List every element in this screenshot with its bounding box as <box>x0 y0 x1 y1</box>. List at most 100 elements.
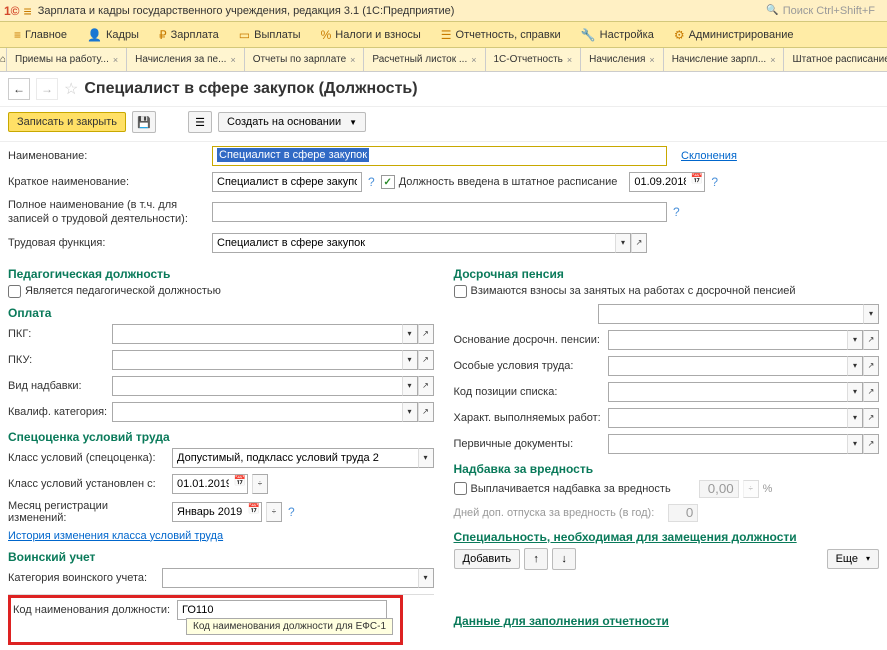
pension-cb-label: Взимаются взносы за занятых на работах с… <box>471 285 796 297</box>
add-button[interactable]: Добавить <box>454 549 521 569</box>
stepper-icon[interactable]: ÷ <box>252 474 268 494</box>
open-icon[interactable]: ↗ <box>863 382 879 402</box>
pension-base-label: Основание досрочн. пенсии: <box>454 334 604 346</box>
tab-item[interactable]: Начисления за пе...× <box>127 48 245 71</box>
pension-checkbox[interactable] <box>454 285 467 298</box>
open-icon[interactable]: ↗ <box>863 356 879 376</box>
close-icon[interactable]: × <box>230 55 235 65</box>
history-link[interactable]: История изменения класса условий труда <box>8 530 223 542</box>
open-icon[interactable]: ↗ <box>418 324 434 344</box>
pension-cond-input[interactable] <box>608 356 848 376</box>
calendar-icon[interactable]: 📅 <box>234 476 246 487</box>
name-input[interactable]: Специалист в сфере закупок <box>212 146 667 166</box>
pku-input[interactable] <box>112 350 402 370</box>
open-icon[interactable]: ↗ <box>631 233 647 253</box>
qual-input[interactable] <box>112 402 402 422</box>
menu-taxes[interactable]: %Налоги и взносы <box>311 22 431 47</box>
more-button[interactable]: Еще▾ <box>827 549 879 569</box>
tab-item[interactable]: Приемы на работу...× <box>7 48 127 71</box>
help-icon[interactable]: ? <box>366 175 377 189</box>
qual-label: Квалиф. категория: <box>8 406 108 418</box>
dropdown-icon[interactable]: ▾ <box>418 448 434 468</box>
pkg-label: ПКГ: <box>8 328 108 340</box>
close-icon[interactable]: × <box>113 55 118 65</box>
is-ped-checkbox[interactable] <box>8 285 21 298</box>
dropdown-icon[interactable]: ▾ <box>402 376 418 396</box>
dropdown-icon[interactable]: ▾ <box>847 330 863 350</box>
declensions-link[interactable]: Склонения <box>681 150 737 162</box>
create-based-button[interactable]: Создать на основании▼ <box>218 112 366 132</box>
dropdown-icon[interactable]: ▾ <box>418 568 434 588</box>
calendar-icon[interactable]: 📅 <box>248 504 260 515</box>
nav-back-button[interactable]: ← <box>8 78 30 100</box>
move-up-button[interactable]: ↑ <box>524 548 548 570</box>
list-button[interactable]: ☰ <box>188 111 212 133</box>
move-down-button[interactable]: ↓ <box>552 548 576 570</box>
menu-payments[interactable]: ▭Выплаты <box>229 22 311 47</box>
pension-pos-input[interactable] <box>608 382 848 402</box>
close-icon[interactable]: × <box>649 55 654 65</box>
open-icon[interactable]: ↗ <box>418 402 434 422</box>
dropdown-icon[interactable]: ▾ <box>847 382 863 402</box>
pkg-input[interactable] <box>112 324 402 344</box>
dropdown-icon[interactable]: ▾ <box>402 350 418 370</box>
dropdown-icon[interactable]: ▾ <box>863 304 879 324</box>
dropdown-icon[interactable]: ▾ <box>847 408 863 428</box>
hamburger-icon[interactable]: ≡ <box>24 3 32 19</box>
code-input[interactable] <box>177 600 387 620</box>
dropdown-icon[interactable]: ▾ <box>615 233 631 253</box>
tab-home-icon[interactable]: ⌂ <box>0 48 7 71</box>
stepper-icon[interactable]: ÷ <box>266 502 282 522</box>
pension-work-input[interactable] <box>608 408 848 428</box>
menu-main[interactable]: ≡Главное <box>4 22 77 47</box>
tab-item[interactable]: Начисления× <box>581 48 664 71</box>
close-icon[interactable]: × <box>471 55 476 65</box>
full-input[interactable] <box>212 202 667 222</box>
dropdown-icon[interactable]: ▾ <box>402 324 418 344</box>
pension-top-input[interactable] <box>598 304 864 324</box>
pension-work-label: Характ. выполняемых работ: <box>454 412 604 424</box>
menu-personnel[interactable]: 👤Кадры <box>77 22 149 47</box>
tab-item[interactable]: Начисление зарпл...× <box>664 48 785 71</box>
menu-admin[interactable]: ⚙Администрирование <box>664 22 804 47</box>
tab-item[interactable]: 1С-Отчетность× <box>486 48 582 71</box>
favorite-icon[interactable]: ☆ <box>64 79 78 99</box>
short-input[interactable] <box>212 172 362 192</box>
tab-item[interactable]: Расчетный листок ...× <box>364 48 485 71</box>
mil-cat-input[interactable] <box>162 568 418 588</box>
pension-base-input[interactable] <box>608 330 848 350</box>
close-icon[interactable]: × <box>770 55 775 65</box>
dropdown-icon[interactable]: ▾ <box>402 402 418 422</box>
close-icon[interactable]: × <box>350 55 355 65</box>
checkbox-staff[interactable] <box>381 175 395 189</box>
tab-item[interactable]: Штатное расписание× <box>784 48 887 71</box>
close-icon[interactable]: × <box>567 55 572 65</box>
harm-checkbox[interactable] <box>454 482 467 495</box>
open-icon[interactable]: ↗ <box>863 434 879 454</box>
dropdown-icon[interactable]: ▾ <box>847 356 863 376</box>
pension-pos-label: Код позиции списка: <box>454 386 604 398</box>
menu-settings[interactable]: 🔧Настройка <box>571 22 664 47</box>
open-icon[interactable]: ↗ <box>863 408 879 428</box>
search-field[interactable]: Поиск Ctrl+Shift+F <box>766 5 875 17</box>
help-icon[interactable]: ? <box>709 175 720 189</box>
tab-item[interactable]: Отчеты по зарплате× <box>245 48 365 71</box>
menu-salary[interactable]: ₽Зарплата <box>149 22 229 47</box>
open-icon[interactable]: ↗ <box>418 376 434 396</box>
class-input[interactable] <box>172 448 418 468</box>
open-icon[interactable]: ↗ <box>863 330 879 350</box>
allowance-input[interactable] <box>112 376 402 396</box>
nav-forward-button[interactable]: → <box>36 78 58 100</box>
save-button[interactable]: 💾 <box>132 111 156 133</box>
menu-reports[interactable]: ☰Отчетность, справки <box>431 22 571 47</box>
section-report-data[interactable]: Данные для заполнения отчетности <box>454 614 880 628</box>
dropdown-icon[interactable]: ▾ <box>847 434 863 454</box>
func-input[interactable] <box>212 233 615 253</box>
help-icon[interactable]: ? <box>671 205 682 219</box>
open-icon[interactable]: ↗ <box>418 350 434 370</box>
pension-docs-input[interactable] <box>608 434 848 454</box>
section-specialty[interactable]: Специальность, необходимая для замещения… <box>454 530 880 544</box>
help-icon[interactable]: ? <box>286 505 297 519</box>
calendar-icon[interactable]: 📅 <box>691 174 703 185</box>
save-close-button[interactable]: Записать и закрыть <box>8 112 126 132</box>
